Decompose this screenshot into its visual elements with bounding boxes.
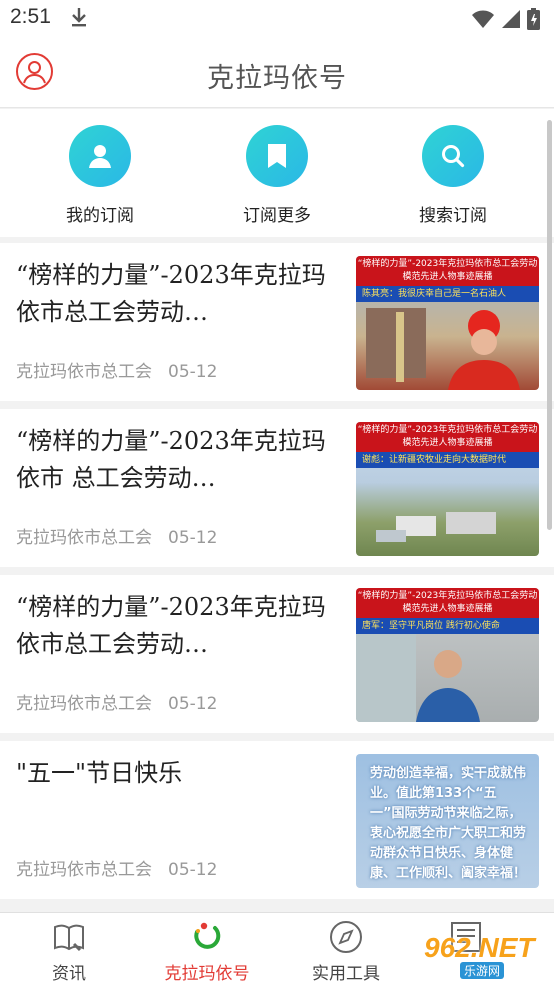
tab-news[interactable]: 资讯: [14, 919, 124, 984]
article-card[interactable]: "五一"节日快乐 克拉玛依市总工会 05-12 劳动创造幸福，实干成就伟业。值此第…: [0, 741, 554, 899]
thumbnail-banner: “榜样的力量”-2023年克拉玛依市总工会劳动模范先进人物事迹展播: [356, 588, 539, 618]
tab-label: 实用工具: [312, 964, 380, 984]
scrollbar[interactable]: [547, 120, 552, 530]
thumbnail-caption: 陈其亮：我很庆幸自己是一名石油人: [356, 286, 539, 302]
subscribe-more-button[interactable]: 订阅更多: [217, 125, 337, 226]
signal-icon: [501, 9, 521, 33]
worker-portrait-photo: [356, 634, 480, 722]
watermark-brand: 962.NET: [424, 932, 535, 963]
article-title: “榜样的力量”-2023年克拉玛依市总工会劳动…: [16, 593, 326, 658]
article-date: 05-12: [168, 528, 218, 548]
download-icon: [70, 6, 88, 32]
article-thumbnail: “榜样的力量”-2023年克拉玛依市总工会劳动模范先进人物事迹展播 陈其亮：我很…: [356, 256, 539, 390]
article-date: 05-12: [168, 694, 218, 714]
shortcut-label: 搜索订阅: [419, 206, 487, 226]
article-date: 05-12: [168, 860, 218, 880]
shortcut-label: 我的订阅: [66, 206, 134, 226]
bookmark-icon: [246, 125, 308, 187]
thumbnail-banner: “榜样的力量”-2023年克拉玛依市总工会劳动模范先进人物事迹展播: [356, 422, 539, 452]
page-title: 克拉玛依号: [207, 63, 347, 94]
article-meta: 克拉玛依市总工会 05-12: [16, 689, 233, 714]
app-header: 克拉玛依号: [0, 36, 554, 108]
oil-worker-photo: [366, 308, 520, 390]
article-card[interactable]: “榜样的力量”-2023年克拉玛依市 总工会劳动… 克拉玛依市总工会 05-12 …: [0, 409, 554, 567]
article-date: 05-12: [168, 362, 218, 382]
search-subscriptions-button[interactable]: 搜索订阅: [393, 125, 513, 226]
thumbnail-banner: “榜样的力量”-2023年克拉玛依市总工会劳动模范先进人物事迹展播: [356, 256, 539, 286]
article-title: "五一"节日快乐: [16, 759, 183, 787]
thumbnail-greeting-text: 劳动创造幸福，实干成就伟业。值此第133个“五一”国际劳动节来临之际，衷心祝愿全…: [370, 766, 527, 881]
ring-logo-icon: [152, 919, 262, 955]
article-card[interactable]: “榜样的力量”-2023年克拉玛依市总工会劳动… 克拉玛依市总工会 05-12 “…: [0, 243, 554, 401]
status-time: 2:51: [10, 5, 51, 28]
article-source: 克拉玛依市总工会: [16, 860, 152, 880]
site-watermark: 962.NET 乐游网: [416, 932, 548, 982]
article-thumbnail: “榜样的力量”-2023年克拉玛依市总工会劳动模范先进人物事迹展播 唐军：坚守平…: [356, 588, 539, 722]
tab-label: 资讯: [52, 964, 86, 984]
user-icon: [69, 125, 131, 187]
article-source: 克拉玛依市总工会: [16, 528, 152, 548]
article-source: 克拉玛依市总工会: [16, 362, 152, 382]
tab-karamay-account[interactable]: 克拉玛依号: [152, 919, 262, 984]
watermark-sub: 乐游网: [460, 962, 505, 979]
subscription-shortcuts: 我的订阅 订阅更多 搜索订阅: [0, 109, 554, 237]
tab-label: 克拉玛依号: [164, 964, 250, 984]
search-icon: [422, 125, 484, 187]
article-meta: 克拉玛依市总工会 05-12: [16, 855, 233, 880]
system-icons: [471, 8, 540, 34]
battery-icon: [527, 8, 540, 34]
article-title: “榜样的力量”-2023年克拉玛依市总工会劳动…: [16, 261, 326, 326]
tab-tools[interactable]: 实用工具: [291, 919, 401, 984]
my-subscriptions-button[interactable]: 我的订阅: [40, 125, 160, 226]
article-thumbnail: 劳动创造幸福，实干成就伟业。值此第133个“五一”国际劳动节来临之际，衷心祝愿全…: [356, 754, 539, 888]
status-bar: 2:51: [0, 0, 554, 36]
aerial-campus-photo: [376, 512, 496, 542]
compass-icon: [291, 919, 401, 955]
thumbnail-caption: 谢彪：让新疆农牧业走向大数据时代: [356, 452, 539, 468]
shortcut-label: 订阅更多: [243, 206, 311, 226]
article-thumbnail: “榜样的力量”-2023年克拉玛依市总工会劳动模范先进人物事迹展播 谢彪：让新疆…: [356, 422, 539, 556]
book-icon: [14, 919, 124, 955]
article-meta: 克拉玛依市总工会 05-12: [16, 357, 233, 382]
article-meta: 克拉玛依市总工会 05-12: [16, 523, 233, 548]
article-card[interactable]: “榜样的力量”-2023年克拉玛依市总工会劳动… 克拉玛依市总工会 05-12 “…: [0, 575, 554, 733]
article-title: “榜样的力量”-2023年克拉玛依市 总工会劳动…: [16, 427, 326, 492]
thumbnail-caption: 唐军：坚守平凡岗位 践行初心使命: [356, 618, 539, 634]
article-source: 克拉玛依市总工会: [16, 694, 152, 714]
wifi-icon: [471, 9, 495, 33]
